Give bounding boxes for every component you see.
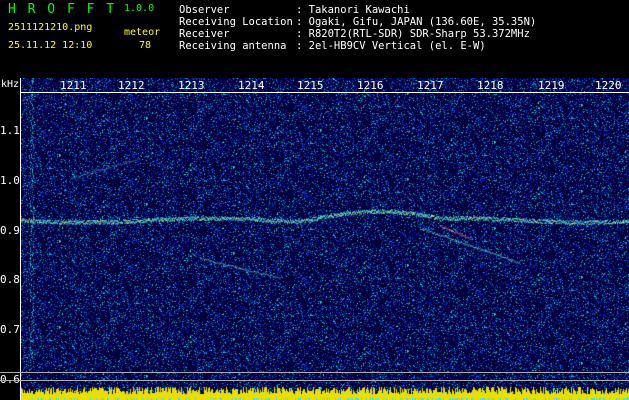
app-title: H R O F F T [8, 2, 117, 17]
x-tick-1212: 1212 [118, 79, 145, 92]
x-tick-1218: 1218 [477, 79, 504, 92]
spectrogram-plot [20, 78, 629, 400]
reference-line-lower [0, 380, 629, 381]
file-name: 2511121210.png [8, 22, 93, 33]
y-tick-0.9: 0.9 [0, 224, 20, 237]
hrofft-window: H R O F F T 1.0.0 2511121210.png meteor … [0, 0, 629, 400]
reference-line-upper [0, 372, 629, 373]
x-tick-1214: 1214 [238, 79, 265, 92]
left-axis-line [20, 78, 21, 400]
y-tick-1.0: 1.0 [0, 174, 20, 187]
value-observer: : Takanori Kawachi [296, 4, 410, 16]
label-location: Receiving Location [179, 16, 293, 28]
x-tick-1219: 1219 [538, 79, 565, 92]
y-axis-unit: kHz [1, 79, 20, 90]
x-tick-1216: 1216 [357, 79, 384, 92]
label-antenna: Receiving antenna [179, 40, 287, 52]
value-antenna: : 2el-HB9CV Vertical (el. E-W) [296, 40, 486, 52]
x-tick-1215: 1215 [297, 79, 324, 92]
y-tick-0.8: 0.8 [0, 273, 20, 286]
y-tick-1.1: 1.1 [0, 124, 20, 137]
x-tick-1211: 1211 [60, 79, 87, 92]
x-tick-1213: 1213 [178, 79, 205, 92]
x-tick-1217: 1217 [417, 79, 444, 92]
header: H R O F F T 1.0.0 2511121210.png meteor … [0, 0, 629, 78]
top-axis-line [20, 92, 629, 93]
mode-label: meteor [124, 27, 161, 38]
value-location: : Ogaki, Gifu, JAPAN (136.60E, 35.35N) [296, 16, 537, 28]
value-receiver: : R820T2(RTL-SDR) SDR-Sharp 53.372MHz [296, 28, 530, 40]
datetime: 25.11.12 12:10 [8, 40, 93, 51]
meteor-count: 78 [139, 40, 152, 51]
app-version: 1.0.0 [124, 3, 155, 14]
x-tick-1220: 1220 [595, 79, 622, 92]
y-tick-0.7: 0.7 [0, 323, 20, 336]
label-observer: Observer [179, 4, 230, 16]
label-receiver: Receiver [179, 28, 230, 40]
